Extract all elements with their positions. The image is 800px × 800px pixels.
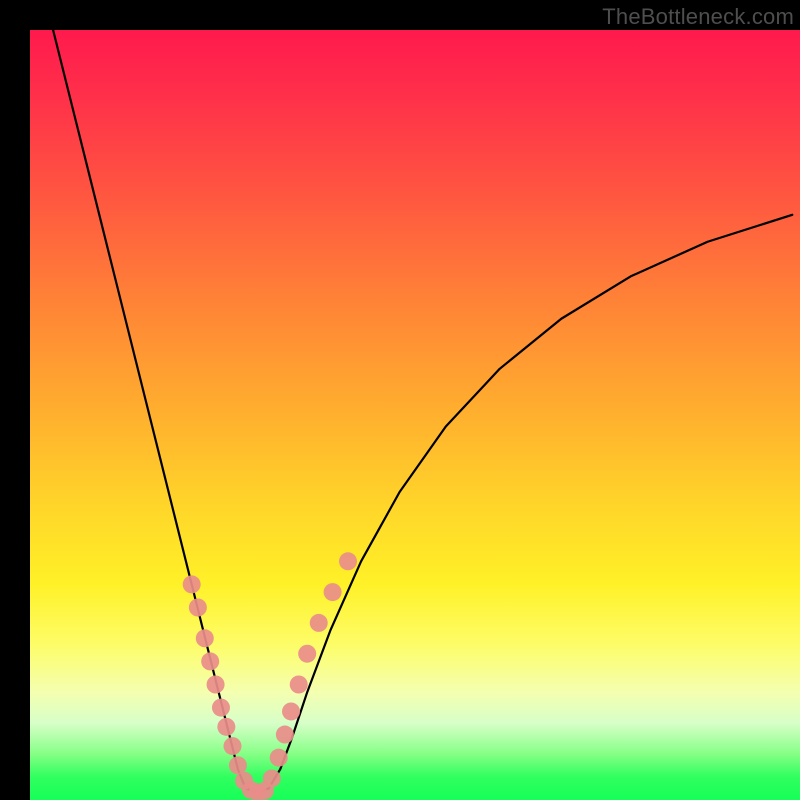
scatter-point bbox=[224, 737, 242, 755]
scatter-point bbox=[339, 552, 357, 570]
scatter-point bbox=[212, 699, 230, 717]
series-left-curve bbox=[53, 30, 246, 788]
scatter-point bbox=[263, 769, 281, 787]
scatter-point bbox=[201, 652, 219, 670]
scatter-point bbox=[310, 614, 328, 632]
scatter-point bbox=[324, 583, 342, 601]
plot-area bbox=[30, 30, 800, 800]
scatter-point bbox=[183, 575, 201, 593]
chart-frame: TheBottleneck.com bbox=[0, 0, 800, 800]
scatter-point bbox=[282, 702, 300, 720]
curves-layer bbox=[53, 30, 792, 792]
scatter-point bbox=[189, 599, 207, 617]
scatter-point bbox=[298, 645, 316, 663]
series-right-curve bbox=[269, 215, 793, 789]
scatter-point bbox=[207, 676, 225, 694]
scatter-layer bbox=[183, 552, 357, 800]
chart-svg bbox=[30, 30, 800, 800]
scatter-point bbox=[290, 676, 308, 694]
watermark-label: TheBottleneck.com bbox=[602, 4, 794, 30]
scatter-point bbox=[217, 718, 235, 736]
scatter-point bbox=[229, 756, 247, 774]
scatter-point bbox=[196, 629, 214, 647]
scatter-point bbox=[276, 726, 294, 744]
scatter-point bbox=[270, 749, 288, 767]
